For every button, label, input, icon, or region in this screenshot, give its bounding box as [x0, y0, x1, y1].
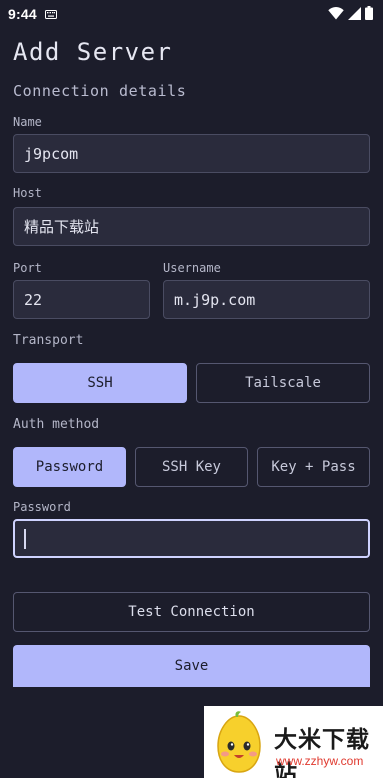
battery-icon [365, 5, 373, 24]
keyboard-icon [44, 9, 57, 19]
auth-key-pass-label: Key + Pass [271, 459, 356, 475]
text-caret [24, 528, 26, 549]
page-title: Add Server [13, 38, 173, 66]
status-bar: 9:44 [0, 0, 383, 28]
mascot-logo-icon [208, 710, 270, 778]
auth-key-pass-button[interactable]: Key + Pass [257, 447, 370, 487]
save-label: Save [174, 658, 209, 674]
name-value: j9pcom [24, 144, 79, 163]
password-label: Password [13, 500, 71, 514]
password-field[interactable] [13, 519, 370, 558]
signal-icon [348, 5, 361, 24]
watermark: 大米下载站 www.zzhyw.com [204, 706, 383, 778]
username-label: Username [163, 261, 221, 275]
auth-ssh-key-label: SSH Key [161, 459, 221, 475]
test-connection-button[interactable]: Test Connection [13, 592, 370, 632]
watermark-url: www.zzhyw.com [276, 754, 364, 768]
auth-password-button[interactable]: Password [13, 447, 126, 487]
watermark-title: 大米下载站 [274, 727, 370, 778]
transport-tailscale-label: Tailscale [245, 375, 321, 391]
transport-tailscale-button[interactable]: Tailscale [196, 363, 370, 403]
section-title: Connection details [13, 82, 187, 100]
username-value: m.j9p.com [174, 290, 256, 309]
transport-ssh-label: SSH [87, 375, 113, 391]
test-connection-label: Test Connection [128, 604, 255, 620]
port-label: Port [13, 261, 42, 275]
auth-ssh-key-button[interactable]: SSH Key [135, 447, 248, 487]
port-value: 22 [24, 290, 43, 309]
host-field[interactable]: 精品下载站 [13, 207, 370, 246]
transport-label: Transport [13, 333, 84, 348]
username-field[interactable]: m.j9p.com [163, 280, 370, 319]
name-field[interactable]: j9pcom [13, 134, 370, 173]
transport-ssh-button[interactable]: SSH [13, 363, 187, 403]
auth-password-label: Password [35, 459, 104, 475]
auth-method-label: Auth method [13, 417, 100, 432]
port-field[interactable]: 22 [13, 280, 150, 319]
status-indicators [328, 5, 375, 24]
host-value: 精品下载站 [24, 218, 100, 236]
name-label: Name [13, 115, 42, 129]
status-time: 9:44 [8, 6, 37, 22]
save-button[interactable]: Save [13, 645, 370, 687]
host-label: Host [13, 186, 42, 200]
wifi-icon [328, 5, 344, 24]
